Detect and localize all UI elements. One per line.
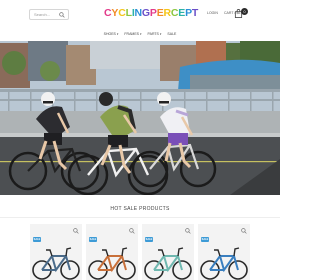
main-nav: SHOES▾ FRAMES▾ PARTS▾ SALE [0, 28, 280, 41]
hero-banner[interactable] [0, 41, 280, 195]
logo-letter: N [134, 7, 143, 19]
logo-letter: E [156, 7, 164, 19]
logo-letter: T [191, 7, 199, 19]
zoom-icon[interactable] [73, 228, 79, 234]
nav-item-label: FRAMES [124, 32, 140, 36]
divider [0, 217, 280, 218]
bike-image [88, 247, 136, 280]
search-box[interactable]: Search... [29, 9, 69, 20]
chevron-down-icon: ▾ [159, 32, 162, 36]
zoom-icon[interactable] [185, 228, 191, 234]
logo-letter: C [118, 7, 126, 19]
logo-letter: C [170, 7, 179, 19]
product-grid: SALE SALE SALE SALE [30, 224, 250, 280]
logo-letter: P [149, 7, 157, 19]
product-card[interactable]: SALE [30, 224, 82, 280]
logo-letter: Y [111, 7, 119, 19]
nav-item-sale[interactable]: SALE [167, 31, 176, 37]
bike-image [200, 247, 248, 280]
site-logo[interactable]: CYCLINGPERCEPT [104, 7, 198, 19]
bike-image [144, 247, 192, 280]
product-card[interactable]: SALE [86, 224, 138, 280]
site-header: Search... CYCLINGPERCEPT LOGIN CART / $0… [0, 0, 280, 28]
chevron-down-icon: ▾ [116, 32, 119, 36]
nav-item-label: SHOES [103, 32, 116, 36]
search-input[interactable]: Search... [34, 11, 50, 18]
logo-letter: P [185, 7, 192, 19]
search-icon[interactable] [59, 12, 65, 18]
nav-item-frames[interactable]: FRAMES▾ [124, 31, 141, 37]
section-title: HOT SALE PRODUCTS [110, 206, 170, 212]
logo-letter: G [141, 7, 150, 19]
zoom-icon[interactable] [241, 228, 247, 234]
login-link[interactable]: LOGIN [207, 11, 218, 16]
zoom-icon[interactable] [129, 228, 135, 234]
nav-item-parts[interactable]: PARTS▾ [148, 31, 162, 37]
product-card[interactable]: SALE [142, 224, 194, 280]
logo-letter: C [104, 7, 112, 19]
cart-button[interactable]: 0 [234, 8, 248, 20]
nav-item-label: SALE [167, 32, 177, 36]
logo-letter: E [178, 7, 186, 19]
nav-item-shoes[interactable]: SHOES▾ [104, 31, 119, 37]
cyclists-photo [0, 41, 280, 195]
cart-count-badge: 0 [241, 8, 248, 15]
logo-letter: R [163, 7, 172, 19]
product-card[interactable]: SALE [198, 224, 250, 280]
bike-image [32, 247, 80, 280]
nav-item-label: PARTS [147, 32, 159, 36]
chevron-down-icon: ▾ [140, 32, 142, 36]
